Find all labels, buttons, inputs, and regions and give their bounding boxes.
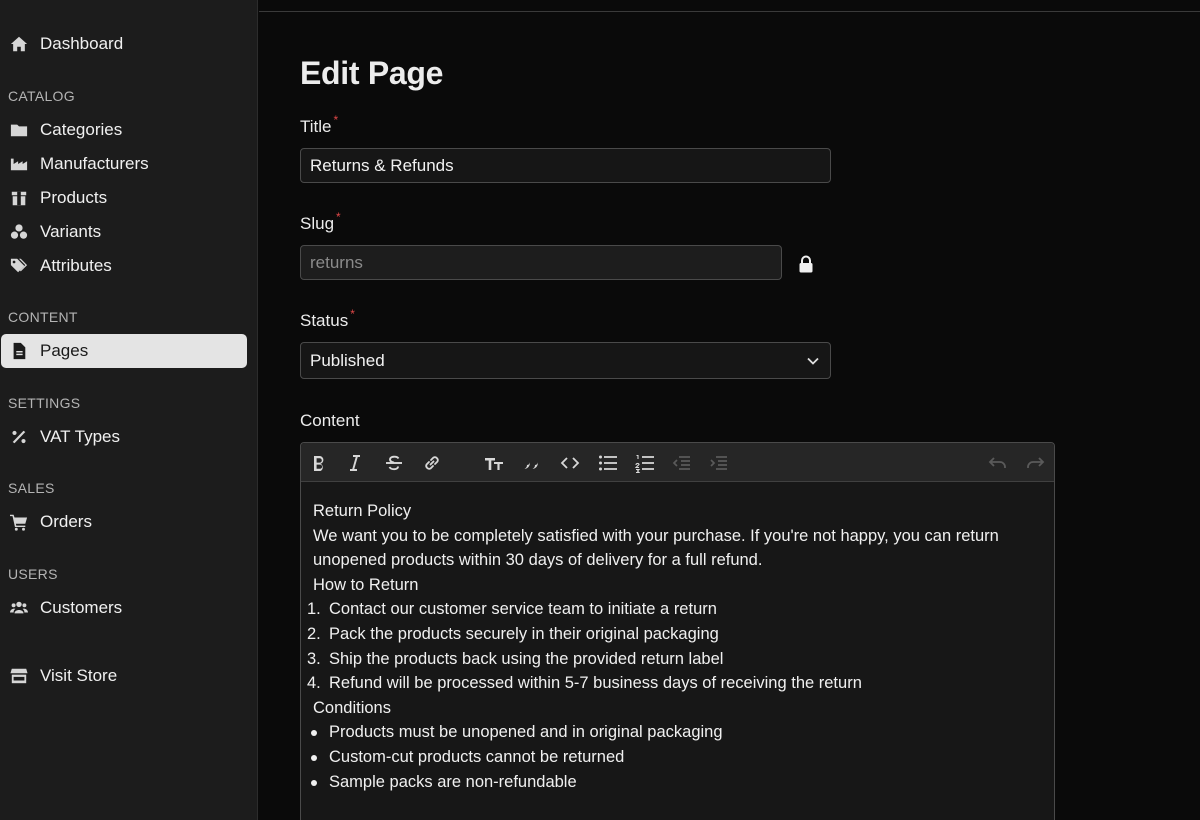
editor-toolbar xyxy=(301,443,1054,482)
box-icon xyxy=(9,188,29,208)
numbered-list-icon[interactable] xyxy=(634,452,656,474)
sidebar-item-label: VAT Types xyxy=(40,427,121,446)
sidebar-item-label: Manufacturers xyxy=(40,154,149,173)
sidebar-item-products[interactable]: Products xyxy=(1,181,247,215)
list-item: 4. Refund will be processed within 5-7 bu… xyxy=(301,671,1054,696)
sidebar-item-label: Variants xyxy=(40,222,102,241)
section-label-catalog: CATALOG xyxy=(8,88,75,104)
chevron-down-icon xyxy=(806,353,820,367)
title-label: Title * xyxy=(300,113,339,136)
status-select[interactable]: Published xyxy=(300,342,831,379)
undo-icon[interactable] xyxy=(987,452,1009,474)
list-number: 4. xyxy=(307,674,321,693)
content-heading: Conditions xyxy=(313,698,391,717)
sidebar-item-label: Products xyxy=(40,188,108,207)
header-divider xyxy=(259,11,1200,12)
store-icon xyxy=(9,666,29,686)
slug-input[interactable]: returns xyxy=(300,245,782,280)
list-item: Custom-cut products cannot be returned xyxy=(301,745,1054,770)
blockquote-icon[interactable] xyxy=(521,452,543,474)
users-icon xyxy=(9,598,29,618)
sidebar-item-label: Pages xyxy=(40,341,89,360)
status-label: Status * xyxy=(300,307,355,330)
list-item-text: Contact our customer service team to ini… xyxy=(329,600,717,619)
slug-label: Slug * xyxy=(300,210,341,233)
indent-icon[interactable] xyxy=(707,452,729,474)
list-item-text: Custom-cut products cannot be returned xyxy=(329,747,625,766)
conditions-list: Products must be unopened and in origina… xyxy=(301,720,1054,794)
list-number: 2. xyxy=(307,624,321,643)
list-item-text: Ship the products back using the provide… xyxy=(329,649,724,668)
list-item-text: Products must be unopened and in origina… xyxy=(329,723,723,742)
sidebar-item-pages[interactable]: Pages xyxy=(1,334,247,368)
sidebar-item-vat-types[interactable]: VAT Types xyxy=(1,420,247,454)
home-icon xyxy=(9,34,29,54)
redo-icon[interactable] xyxy=(1024,452,1046,474)
required-mark: * xyxy=(336,210,341,224)
bullet-icon xyxy=(311,730,317,737)
page-title: Edit Page xyxy=(300,55,444,91)
sidebar-item-attributes[interactable]: Attributes xyxy=(1,249,247,283)
list-item-text: Sample packs are non-refundable xyxy=(329,772,577,791)
sidebar-item-label: Orders xyxy=(40,512,92,531)
tags-icon xyxy=(9,256,29,276)
editor-content[interactable]: Return Policy We want you to be complete… xyxy=(301,499,1054,794)
sidebar-item-variants[interactable]: Variants xyxy=(1,215,247,249)
sidebar-item-categories[interactable]: Categories xyxy=(1,113,247,147)
sidebar-item-orders[interactable]: Orders xyxy=(1,505,247,539)
section-label-settings: SETTINGS xyxy=(8,395,81,411)
cubes-icon xyxy=(9,222,29,242)
strikethrough-icon[interactable] xyxy=(383,452,405,474)
required-mark: * xyxy=(350,307,355,321)
title-input[interactable]: Returns & Refunds xyxy=(300,148,831,183)
bullet-icon xyxy=(311,779,317,786)
sidebar-item-visit-store[interactable]: Visit Store xyxy=(1,659,247,693)
outdent-icon[interactable] xyxy=(670,452,692,474)
sidebar-item-customers[interactable]: Customers xyxy=(1,591,247,625)
list-item: 2. Pack the products securely in their or… xyxy=(301,622,1054,647)
sidebar-item-label: Categories xyxy=(40,120,123,139)
lock-icon[interactable] xyxy=(798,255,816,275)
heading-icon[interactable] xyxy=(483,452,505,474)
section-label-content: CONTENT xyxy=(8,309,78,325)
link-icon[interactable] xyxy=(421,452,443,474)
list-item: 1. Contact our customer service team to i… xyxy=(301,597,1054,622)
file-icon xyxy=(9,341,29,361)
content-paragraph: We want you to be completely satisfied w… xyxy=(313,526,999,570)
list-item: 3. Ship the products back using the provi… xyxy=(301,647,1054,672)
list-number: 3. xyxy=(307,649,321,668)
section-label-sales: SALES xyxy=(8,480,55,496)
list-number: 1. xyxy=(307,600,321,619)
sidebar-item-label: Visit Store xyxy=(40,666,118,685)
content-heading: How to Return xyxy=(313,575,419,594)
sidebar-item-label: Attributes xyxy=(40,256,112,275)
bullet-icon xyxy=(311,754,317,761)
list-item: Sample packs are non-refundable xyxy=(301,770,1054,795)
steps-list: 1. Contact our customer service team to i… xyxy=(301,597,1054,695)
list-item-text: Refund will be processed within 5-7 busi… xyxy=(329,674,862,693)
factory-icon xyxy=(9,154,29,174)
bold-icon[interactable] xyxy=(308,452,330,474)
sidebar: Dashboard CATALOG Categories Manufacture… xyxy=(0,0,258,820)
bullet-list-icon[interactable] xyxy=(597,452,619,474)
rich-text-editor: Return Policy We want you to be complete… xyxy=(300,442,1055,820)
required-mark: * xyxy=(333,113,339,127)
section-label-users: USERS xyxy=(8,566,58,582)
code-icon[interactable] xyxy=(559,452,581,474)
list-item: Products must be unopened and in origina… xyxy=(301,720,1054,745)
sidebar-item-label: Dashboard xyxy=(40,34,124,53)
content-label: Content xyxy=(300,411,360,430)
folder-icon xyxy=(9,120,29,140)
sidebar-item-dashboard[interactable]: Dashboard xyxy=(1,27,247,61)
list-item-text: Pack the products securely in their orig… xyxy=(329,624,719,643)
status-select-value: Published xyxy=(310,350,385,370)
sidebar-item-manufacturers[interactable]: Manufacturers xyxy=(1,147,247,181)
cart-icon xyxy=(9,512,29,532)
sidebar-item-label: Customers xyxy=(40,598,123,617)
percent-icon xyxy=(9,427,29,447)
italic-icon[interactable] xyxy=(344,452,366,474)
content-heading: Return Policy xyxy=(313,502,412,520)
